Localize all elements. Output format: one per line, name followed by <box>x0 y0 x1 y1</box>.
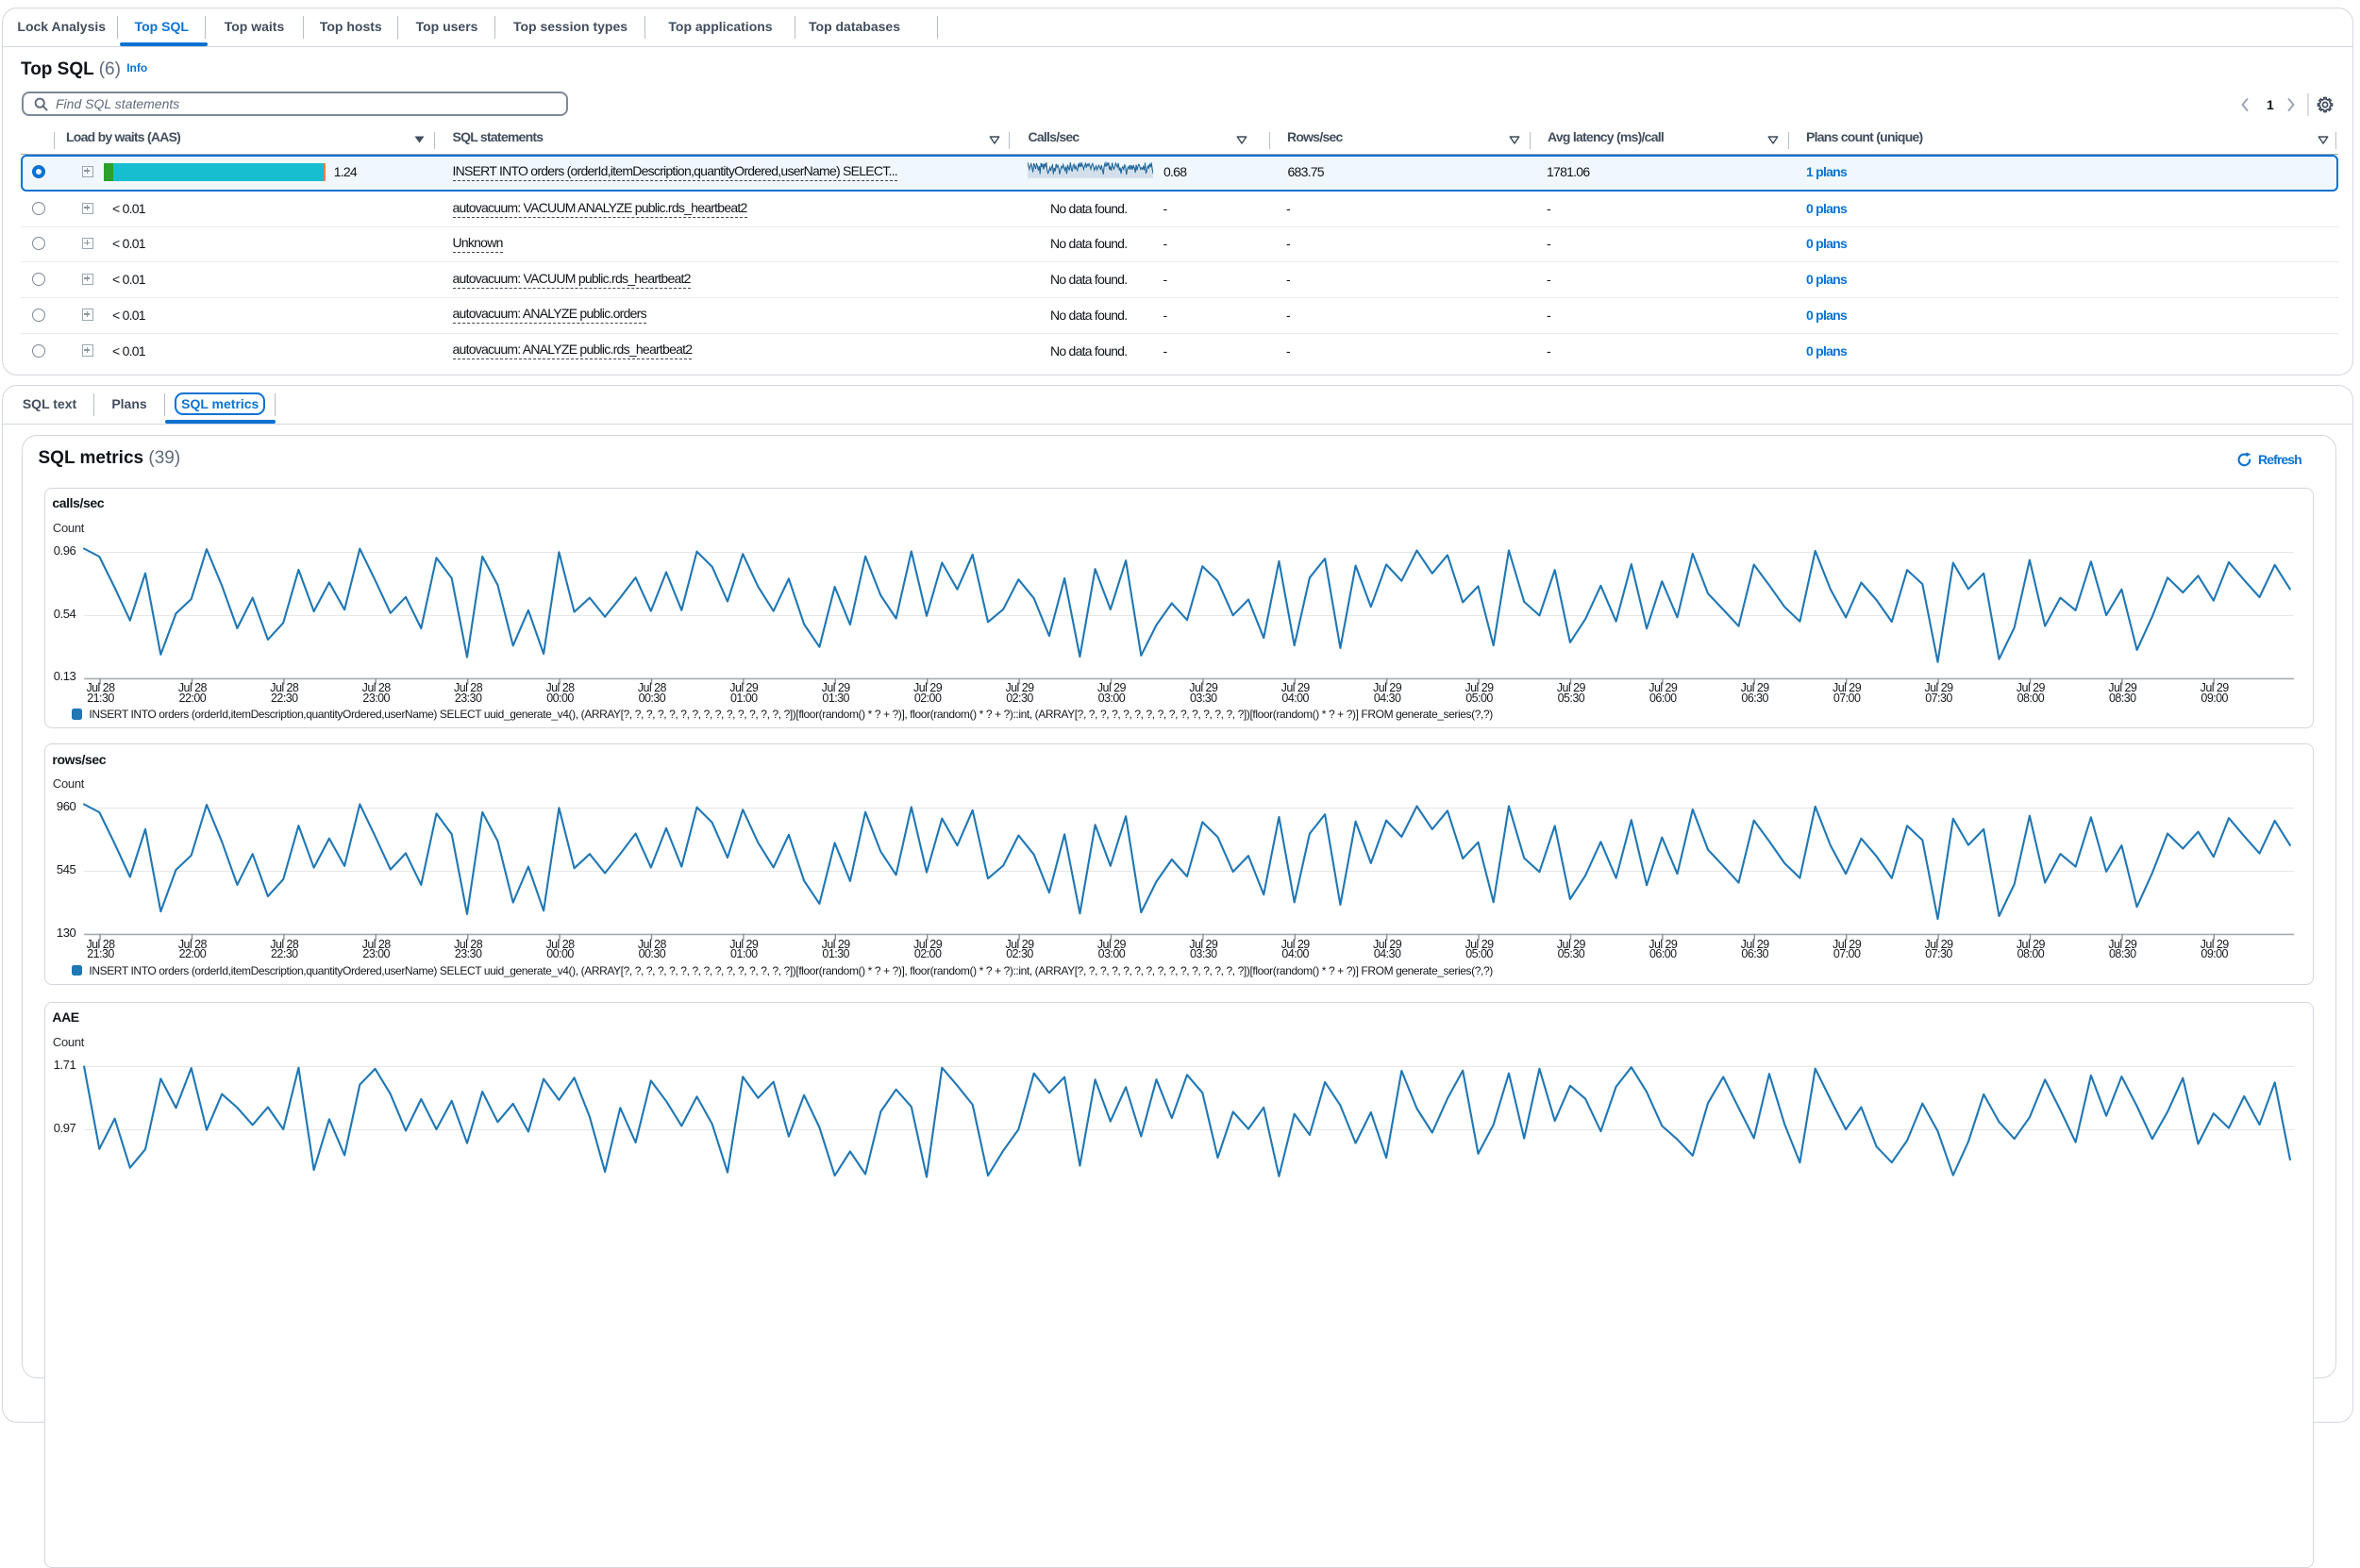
svg-text:1: 1 <box>2267 97 2274 112</box>
